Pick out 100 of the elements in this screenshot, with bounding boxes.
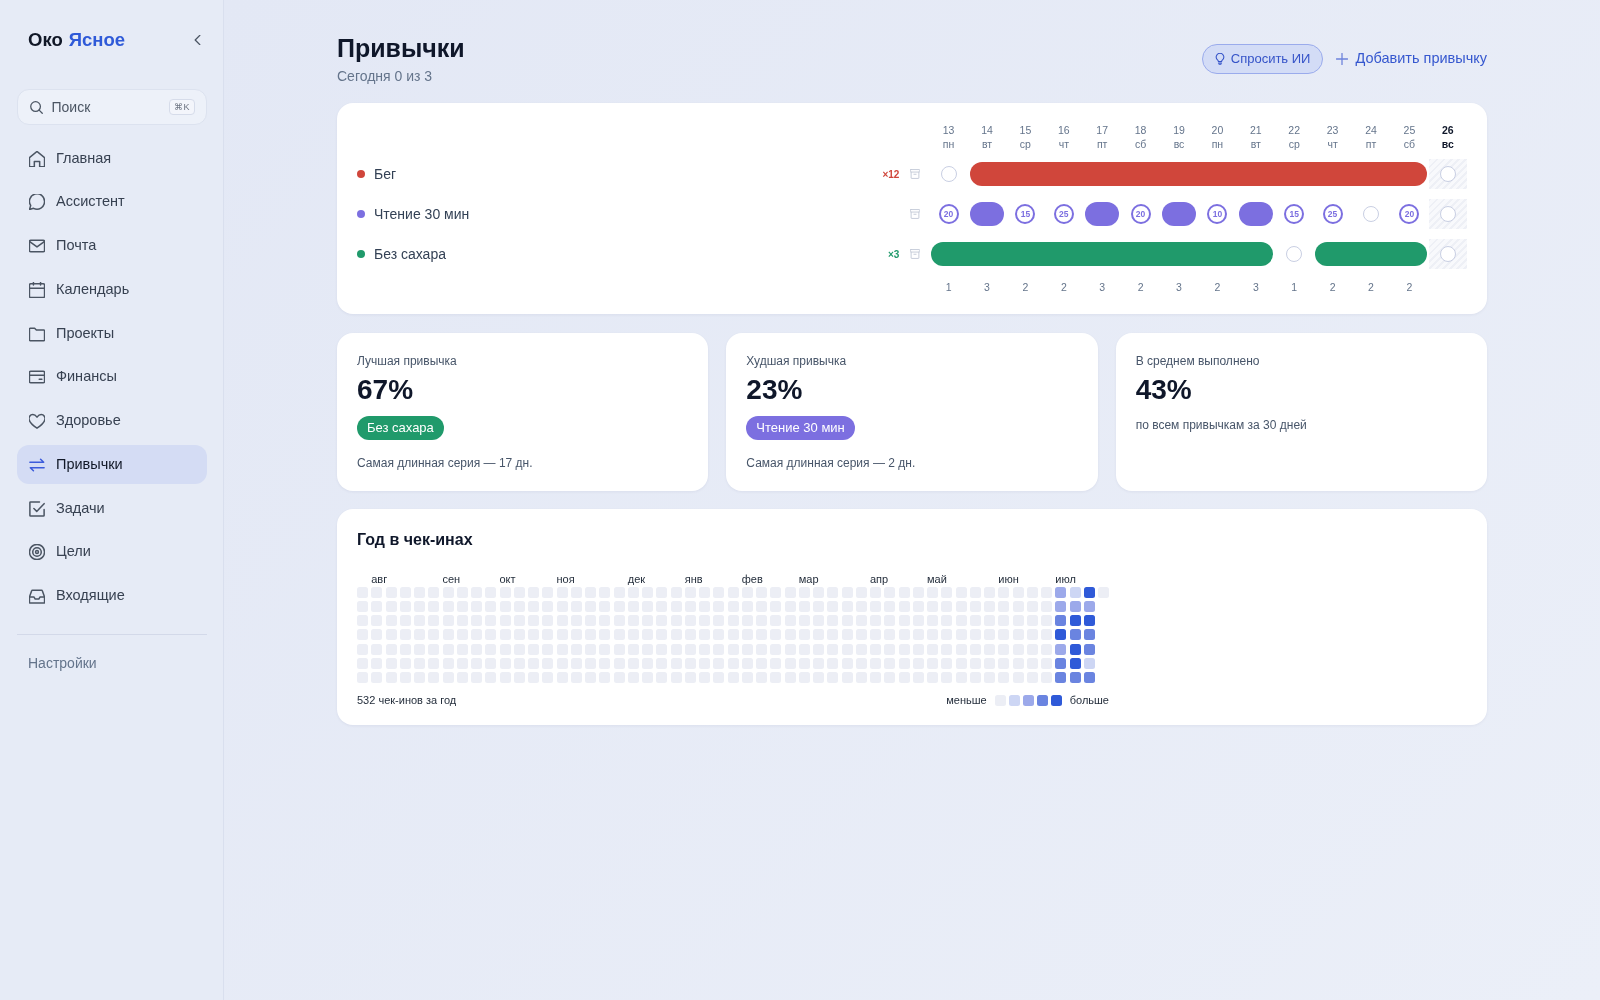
nav-item[interactable]: Календарь <box>16 270 207 310</box>
habit-name: Без сахара <box>374 244 446 264</box>
day-amount-ring[interactable]: 15 <box>1015 204 1036 224</box>
month-label: авг <box>371 573 388 585</box>
inbox-tray-icon <box>29 588 45 604</box>
stat-label: Лучшая привычка <box>357 353 458 369</box>
day-checkbox[interactable] <box>940 166 957 182</box>
day-amount-ring[interactable]: 25 <box>1322 204 1343 224</box>
calendar-icon <box>29 281 45 298</box>
daily-total: 1 <box>945 281 952 294</box>
date-number: 18 <box>1134 123 1147 137</box>
date-number: 26 <box>1441 123 1454 137</box>
daily-total: 3 <box>984 281 990 294</box>
day-amount-ring[interactable]: 20 <box>1399 204 1420 224</box>
nav-item[interactable]: Ассистент <box>16 182 207 222</box>
weekday-label: пн <box>1211 137 1224 151</box>
day-amount-ring[interactable]: 20 <box>1130 204 1151 224</box>
date-number: 15 <box>1019 123 1032 137</box>
settings-link[interactable]: Настройки <box>28 653 97 673</box>
archive-box-icon[interactable] <box>910 249 921 259</box>
nav-item[interactable]: Проекты <box>16 314 207 353</box>
daily-total: 3 <box>1252 281 1259 294</box>
page-title: Привычки <box>337 33 465 64</box>
weekday-label: чт <box>1058 137 1069 151</box>
weekday-label: вс <box>1173 137 1185 151</box>
weekday-label: вт <box>981 137 993 151</box>
daily-total: 2 <box>1214 281 1221 294</box>
weekday-label: сб <box>1134 137 1147 151</box>
day-amount-ring[interactable]: 10 <box>1207 204 1228 224</box>
nav-item[interactable]: Финансы <box>16 357 207 397</box>
nav-item[interactable]: Главная <box>16 139 207 178</box>
month-label: май <box>927 573 947 585</box>
month-label: янв <box>684 573 703 585</box>
stat-value: 43% <box>1135 373 1193 407</box>
completed-day[interactable] <box>1390 162 1427 186</box>
nav-item[interactable]: Входящие <box>16 576 207 616</box>
weekday-label: пт <box>1365 137 1377 151</box>
card-title: Год в чек-инах <box>357 530 474 550</box>
weekday-label: сб <box>1403 137 1415 151</box>
day-checkbox[interactable] <box>1439 166 1456 182</box>
lightbulb-icon <box>1214 53 1225 65</box>
month-label: мар <box>798 573 819 585</box>
stat-label: Худшая привычка <box>746 353 848 369</box>
month-label: ноя <box>556 573 575 585</box>
month-label: апр <box>870 573 889 585</box>
daily-total: 2 <box>1329 281 1336 294</box>
habit-tag: Чтение 30 мин <box>746 416 855 440</box>
month-label: сен <box>442 573 461 585</box>
nav-item[interactable]: Задачи <box>16 489 207 528</box>
completed-day[interactable] <box>1390 242 1427 266</box>
ask-ai-button[interactable]: Спросить ИИ <box>1201 44 1324 74</box>
day-amount-ring[interactable]: 20 <box>938 204 959 224</box>
streak-count: ×3 <box>888 247 900 262</box>
day-checkbox[interactable] <box>1439 246 1456 262</box>
date-number: 14 <box>981 123 993 137</box>
month-label: фев <box>741 573 763 585</box>
completed-day[interactable] <box>1161 202 1197 226</box>
date-number: 19 <box>1173 123 1185 137</box>
weekday-label: ср <box>1019 137 1031 151</box>
completed-day[interactable] <box>1085 202 1120 226</box>
day-checkbox[interactable] <box>1439 206 1456 222</box>
shortcut-key: ⌘K <box>169 99 195 115</box>
add-habit-button[interactable]: Добавить привычку <box>1336 48 1487 70</box>
nav-item[interactable]: Здоровье <box>16 401 207 441</box>
completed-day[interactable] <box>969 162 1008 186</box>
archive-box-icon[interactable] <box>910 209 921 219</box>
weekday-label: вт <box>1250 137 1261 151</box>
stat-note: по всем привычкам за 30 дней <box>1135 417 1308 433</box>
day-amount-ring[interactable]: 25 <box>1053 204 1074 224</box>
completed-day[interactable] <box>1315 242 1353 266</box>
day-amount-ring[interactable]: 15 <box>1284 204 1305 224</box>
legend-label: больше <box>1069 693 1109 708</box>
completed-day[interactable] <box>931 242 969 266</box>
checkbox-icon <box>29 500 45 517</box>
nav-item[interactable]: Цели <box>16 532 207 572</box>
habit-name: Чтение 30 мин <box>374 204 470 224</box>
month-label: окт <box>499 573 516 585</box>
nav-item[interactable]: Почта <box>16 226 207 266</box>
habit-tag: Без сахара <box>357 416 444 440</box>
chevron-left-icon[interactable] <box>193 35 201 45</box>
nav-item[interactable]: Привычки <box>16 445 207 485</box>
streak-count: ×12 <box>882 167 900 182</box>
legend-label: меньше <box>946 693 987 708</box>
search-icon <box>29 100 43 114</box>
envelope-icon <box>29 238 45 254</box>
app-name-accent: Ясное <box>68 29 126 51</box>
daily-total: 2 <box>1368 281 1374 294</box>
completed-day[interactable] <box>1236 242 1273 266</box>
daily-total: 1 <box>1291 281 1298 294</box>
daily-total: 2 <box>1406 281 1413 294</box>
archive-box-icon[interactable] <box>910 169 921 179</box>
weekday-label: чт <box>1327 137 1338 151</box>
checkin-summary: 532 чек-инов за год <box>357 693 457 708</box>
target-icon <box>29 544 45 561</box>
completed-day[interactable] <box>969 202 1005 226</box>
completed-day[interactable] <box>1238 202 1273 226</box>
day-checkbox[interactable] <box>1363 206 1379 222</box>
day-checkbox[interactable] <box>1286 246 1303 262</box>
date-number: 20 <box>1211 123 1224 137</box>
date-number: 13 <box>942 123 955 137</box>
